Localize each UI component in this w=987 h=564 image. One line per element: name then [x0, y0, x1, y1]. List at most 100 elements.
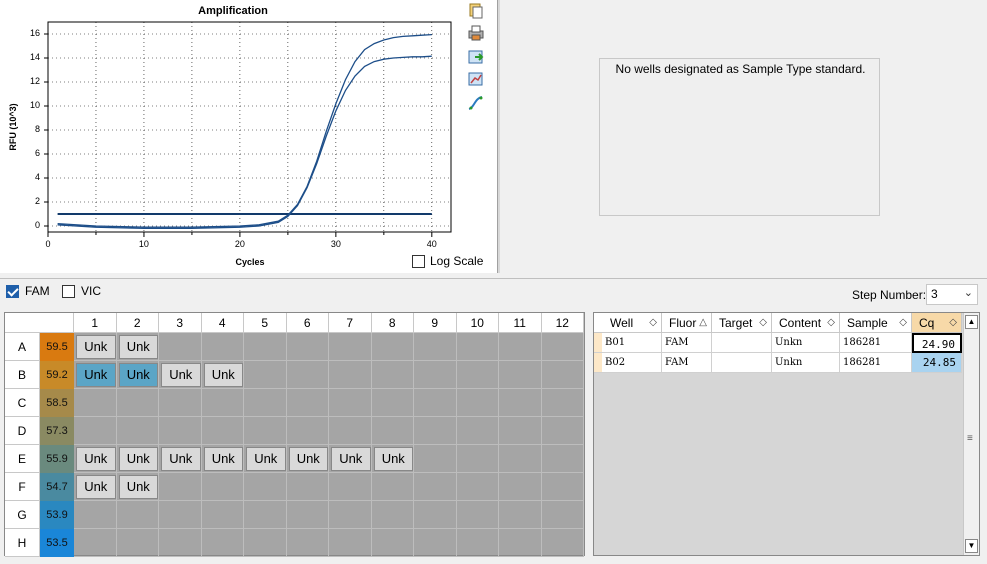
log-scale-checkbox[interactable]: [412, 254, 425, 268]
well-sample-E5[interactable]: Unk: [246, 447, 286, 471]
plate-column-header[interactable]: 1: [74, 313, 117, 333]
plate-well[interactable]: [201, 333, 244, 361]
plate-well[interactable]: [116, 417, 159, 445]
plate-well[interactable]: [456, 473, 499, 501]
plate-row-header[interactable]: F: [5, 473, 40, 501]
plate-well[interactable]: [286, 529, 329, 557]
table-header-target[interactable]: Target ◇: [712, 313, 772, 333]
plate-row-header[interactable]: E: [5, 445, 40, 473]
plate-well[interactable]: [414, 445, 457, 473]
well-sample-B3[interactable]: Unk: [161, 363, 201, 387]
plate-well[interactable]: [201, 417, 244, 445]
plate-well[interactable]: [541, 501, 584, 529]
sort-icon[interactable]: ◇: [649, 313, 657, 333]
chart-settings-icon[interactable]: [467, 70, 485, 88]
row-marker[interactable]: [594, 333, 602, 353]
plate-well[interactable]: [371, 529, 414, 557]
plate-well[interactable]: [541, 389, 584, 417]
table-header-sample[interactable]: Sample ◇: [840, 313, 912, 333]
plate-row-header[interactable]: B: [5, 361, 40, 389]
well-sample-F2[interactable]: Unk: [118, 475, 158, 499]
scroll-up-icon[interactable]: ▲: [965, 315, 978, 329]
plate-well[interactable]: [371, 501, 414, 529]
plate-well[interactable]: [116, 389, 159, 417]
plate-row-header[interactable]: D: [5, 417, 40, 445]
plate-well[interactable]: [499, 501, 542, 529]
plate-row-header[interactable]: H: [5, 529, 40, 557]
plate-well[interactable]: [329, 361, 372, 389]
plate-well[interactable]: [244, 389, 287, 417]
plate-well[interactable]: [414, 529, 457, 557]
plate-well[interactable]: [159, 473, 202, 501]
sort-icon[interactable]: ◇: [899, 313, 907, 333]
plate-well[interactable]: [541, 361, 584, 389]
table-header-content[interactable]: Content ◇: [772, 313, 840, 333]
plate-column-header[interactable]: 10: [456, 313, 499, 333]
plate-well[interactable]: [74, 529, 117, 557]
plate-well[interactable]: [371, 333, 414, 361]
well-sample-A1[interactable]: Unk: [76, 335, 116, 359]
sort-icon[interactable]: ◇: [827, 313, 835, 333]
plate-column-header[interactable]: 2: [116, 313, 159, 333]
table-header-cq[interactable]: Cq ◇: [912, 313, 962, 333]
plate-column-header[interactable]: 3: [159, 313, 202, 333]
plate-row-header[interactable]: G: [5, 501, 40, 529]
plate-well[interactable]: [329, 473, 372, 501]
copy-icon[interactable]: [467, 2, 485, 20]
plate-well[interactable]: [456, 445, 499, 473]
print-icon[interactable]: [467, 24, 485, 42]
plate-well[interactable]: [541, 529, 584, 557]
export-icon[interactable]: [467, 48, 485, 66]
plate-well[interactable]: [329, 529, 372, 557]
table-header-well[interactable]: Well ◇: [594, 313, 662, 333]
well-sample-F1[interactable]: Unk: [76, 475, 116, 499]
well-sample-E6[interactable]: Unk: [288, 447, 328, 471]
plate-well[interactable]: [244, 501, 287, 529]
plate-well[interactable]: [456, 501, 499, 529]
plate-well[interactable]: [371, 417, 414, 445]
well-sample-E2[interactable]: Unk: [118, 447, 158, 471]
fluor-fam-toggle[interactable]: FAM: [6, 284, 50, 298]
well-sample-E3[interactable]: Unk: [161, 447, 201, 471]
table-cell[interactable]: Unkn: [772, 353, 840, 373]
sort-icon[interactable]: △: [699, 313, 707, 333]
plate-well[interactable]: [499, 361, 542, 389]
plate-row-header[interactable]: C: [5, 389, 40, 417]
plate-well[interactable]: [499, 389, 542, 417]
plate-well[interactable]: [414, 361, 457, 389]
plate-well[interactable]: [541, 333, 584, 361]
well-sample-E4[interactable]: Unk: [203, 447, 243, 471]
plate-well[interactable]: [329, 501, 372, 529]
plate-well[interactable]: [286, 333, 329, 361]
plate-well[interactable]: [159, 333, 202, 361]
plate-well[interactable]: [159, 529, 202, 557]
sort-icon[interactable]: ◇: [759, 313, 767, 333]
plate-well[interactable]: [541, 473, 584, 501]
plate-column-header[interactable]: 8: [371, 313, 414, 333]
scroll-down-icon[interactable]: ▼: [965, 539, 978, 553]
plate-well[interactable]: [414, 333, 457, 361]
plate-well[interactable]: [329, 417, 372, 445]
plate-well[interactable]: [456, 333, 499, 361]
sort-icon[interactable]: ◇: [949, 313, 957, 333]
plate-well[interactable]: [159, 501, 202, 529]
plate-well[interactable]: [371, 389, 414, 417]
table-cell[interactable]: B02: [602, 353, 662, 373]
fam-checkbox[interactable]: [6, 284, 19, 298]
plate-well[interactable]: [201, 473, 244, 501]
step-number-select[interactable]: 3 ⌄: [926, 284, 978, 305]
well-sample-E1[interactable]: Unk: [76, 447, 116, 471]
plate-well[interactable]: [541, 417, 584, 445]
plate-well[interactable]: [201, 389, 244, 417]
vic-checkbox[interactable]: [62, 284, 75, 298]
plate-column-header[interactable]: 7: [329, 313, 372, 333]
plate-well[interactable]: [116, 501, 159, 529]
plate-well[interactable]: [244, 333, 287, 361]
well-sample-E7[interactable]: Unk: [331, 447, 371, 471]
well-sample-B2[interactable]: Unk: [118, 363, 158, 387]
plate-well[interactable]: [456, 389, 499, 417]
well-sample-A2[interactable]: Unk: [118, 335, 158, 359]
plate-well[interactable]: [201, 529, 244, 557]
plate-well[interactable]: [244, 529, 287, 557]
plate-well[interactable]: [499, 445, 542, 473]
